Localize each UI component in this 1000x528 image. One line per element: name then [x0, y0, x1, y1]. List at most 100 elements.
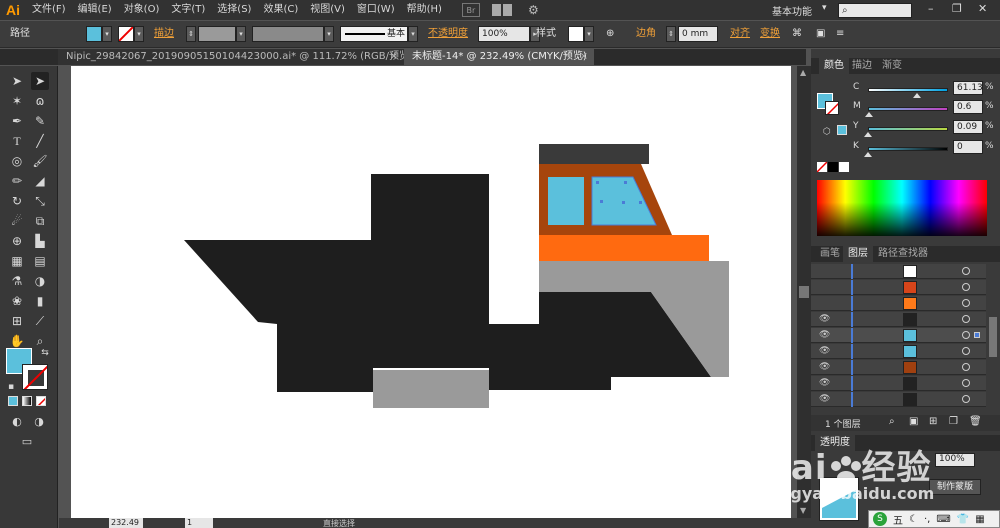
- white-swatch[interactable]: [839, 162, 849, 172]
- opacity-field[interactable]: 100%: [478, 26, 530, 42]
- make-mask-button[interactable]: 制作蒙版: [929, 479, 981, 495]
- menu-type[interactable]: 文字(T): [165, 0, 211, 20]
- target-circle-icon[interactable]: [962, 267, 970, 275]
- menu-view[interactable]: 视图(V): [304, 0, 351, 20]
- restore-button[interactable]: ❐: [952, 2, 962, 15]
- align-button[interactable]: 对齐: [730, 26, 750, 42]
- workspace-switcher[interactable]: 基本功能: [772, 3, 812, 18]
- scroll-up-icon[interactable]: ▲: [800, 68, 806, 77]
- magic-wand-tool-icon[interactable]: ✶: [8, 92, 26, 110]
- minimize-button[interactable]: –: [928, 2, 934, 15]
- layer-row[interactable]: [811, 264, 986, 279]
- target-circle-icon[interactable]: [962, 363, 970, 371]
- corner-label[interactable]: 边角: [636, 26, 656, 42]
- symbol-sprayer-tool-icon[interactable]: ❀: [8, 292, 26, 310]
- graphic-style-dropdown[interactable]: ▾: [584, 26, 594, 42]
- layer-row[interactable]: [811, 296, 986, 311]
- graphic-style-swatch[interactable]: [568, 26, 584, 42]
- type-tool-icon[interactable]: T: [8, 132, 26, 150]
- artboard-tool-icon[interactable]: ⊞: [8, 312, 26, 330]
- search-input[interactable]: ⌕: [838, 3, 912, 18]
- target-circle-icon[interactable]: [962, 347, 970, 355]
- stroke-swatch[interactable]: [118, 26, 134, 42]
- variable-width-profile[interactable]: [252, 26, 324, 42]
- canvas-area[interactable]: [59, 66, 797, 518]
- slider-magenta[interactable]: M 0.6 %: [811, 99, 1000, 117]
- zoom-field[interactable]: 232.49: [109, 518, 143, 528]
- fill-dropdown[interactable]: ▾: [102, 26, 112, 42]
- shape-builder-tool-icon[interactable]: ⊕: [8, 232, 26, 250]
- black-value-field[interactable]: 0: [953, 140, 983, 154]
- profile-dropdown[interactable]: ▾: [324, 26, 334, 42]
- fill-swatch[interactable]: [86, 26, 102, 42]
- tab-stroke[interactable]: 描边: [847, 58, 877, 74]
- graph-tool-icon[interactable]: ▮: [31, 292, 49, 310]
- clipping-mask-icon[interactable]: ▣: [909, 416, 918, 427]
- slider-cyan[interactable]: C 61.13 %: [811, 80, 1000, 98]
- pencil-tool-icon[interactable]: ✏: [8, 172, 26, 190]
- target-circle-icon[interactable]: [962, 315, 970, 323]
- slice-tool-icon[interactable]: ⟋: [31, 312, 49, 330]
- eraser-tool-icon[interactable]: ◢: [31, 172, 49, 190]
- new-layer-icon[interactable]: ❐: [949, 416, 958, 427]
- slider-yellow[interactable]: Y 0.09 %: [811, 119, 1000, 137]
- locate-object-icon[interactable]: ⌕: [889, 416, 895, 427]
- tab-nipic-document[interactable]: Nipic_29842067_20190905150104423000.ai* …: [58, 49, 413, 65]
- layer-row[interactable]: 👁: [811, 360, 986, 375]
- layer-row[interactable]: 👁: [811, 392, 986, 407]
- screen-mode-icon[interactable]: ▭: [18, 432, 36, 450]
- layers-scroll-thumb[interactable]: [989, 317, 997, 357]
- color-spectrum[interactable]: [817, 180, 987, 236]
- menu-effect[interactable]: 效果(C): [257, 0, 304, 20]
- ime-toolbar[interactable]: S 五 ☾ ·, ⌨ 👕 ▦: [868, 510, 1000, 528]
- target-circle-icon[interactable]: [962, 299, 970, 307]
- visibility-eye-icon[interactable]: 👁: [819, 346, 830, 356]
- opacity-label[interactable]: 不透明度: [428, 26, 468, 42]
- scale-tool-icon[interactable]: ⤡: [31, 192, 49, 210]
- corner-stepper[interactable]: ⇕: [666, 26, 676, 42]
- color-mode-icon[interactable]: [8, 396, 18, 406]
- stroke-weight-field[interactable]: [198, 26, 236, 42]
- black-swatch[interactable]: [828, 162, 838, 172]
- shirt-icon[interactable]: 👕: [957, 514, 969, 525]
- ime-mode-label[interactable]: 五: [893, 512, 903, 527]
- curvature-tool-icon[interactable]: ✎: [31, 112, 49, 130]
- tab-brushes[interactable]: 画笔: [815, 246, 845, 262]
- menu-file[interactable]: 文件(F): [26, 0, 72, 20]
- close-icon[interactable]: ×: [580, 49, 588, 65]
- artboard[interactable]: [71, 66, 791, 518]
- magenta-value-field[interactable]: 0.6: [953, 100, 983, 114]
- slider-black[interactable]: K 0 %: [811, 139, 1000, 157]
- punctuation-icon[interactable]: ·,: [924, 514, 930, 525]
- menu-window[interactable]: 窗口(W): [351, 0, 401, 20]
- bridge-button[interactable]: Br: [461, 3, 480, 17]
- panel-menu-icon[interactable]: ≡: [836, 26, 844, 42]
- gradient-mode-icon[interactable]: [22, 396, 32, 406]
- menu-select[interactable]: 选择(S): [211, 0, 257, 20]
- cyan-value-field[interactable]: 61.13: [953, 81, 983, 95]
- default-colors-icon[interactable]: ▪: [2, 378, 20, 396]
- layer-row[interactable]: 👁: [811, 376, 986, 391]
- close-icon[interactable]: ×: [390, 49, 398, 65]
- tab-color[interactable]: 颜色: [819, 58, 849, 74]
- delete-layer-icon[interactable]: 🗑: [969, 416, 982, 427]
- menu-edit[interactable]: 编辑(E): [72, 0, 118, 20]
- target-circle-icon[interactable]: [962, 331, 970, 339]
- close-button[interactable]: ✕: [978, 2, 987, 15]
- ellipse-tool-icon[interactable]: ◎: [8, 152, 26, 170]
- eyedropper-tool-icon[interactable]: ⚗: [8, 272, 26, 290]
- layer-row[interactable]: 👁: [811, 344, 986, 359]
- corner-radius-field[interactable]: 0 mm: [678, 26, 718, 42]
- tab-layers[interactable]: 图层: [843, 246, 873, 262]
- stroke-weight-stepper[interactable]: ⇕: [186, 26, 196, 42]
- recolor-icon[interactable]: ⊕: [606, 26, 614, 42]
- visibility-eye-icon[interactable]: 👁: [819, 314, 830, 324]
- target-circle-icon[interactable]: [962, 379, 970, 387]
- layer-row[interactable]: [811, 280, 986, 295]
- arrange-documents-icon[interactable]: [491, 3, 514, 17]
- stroke-dropdown[interactable]: ▾: [134, 26, 144, 42]
- lasso-tool-icon[interactable]: ɷ: [31, 92, 49, 110]
- paintbrush-tool-icon[interactable]: 🖌: [31, 152, 49, 170]
- new-sublayer-icon[interactable]: ⊞: [929, 416, 937, 427]
- stroke-weight-dropdown[interactable]: ▾: [236, 26, 246, 42]
